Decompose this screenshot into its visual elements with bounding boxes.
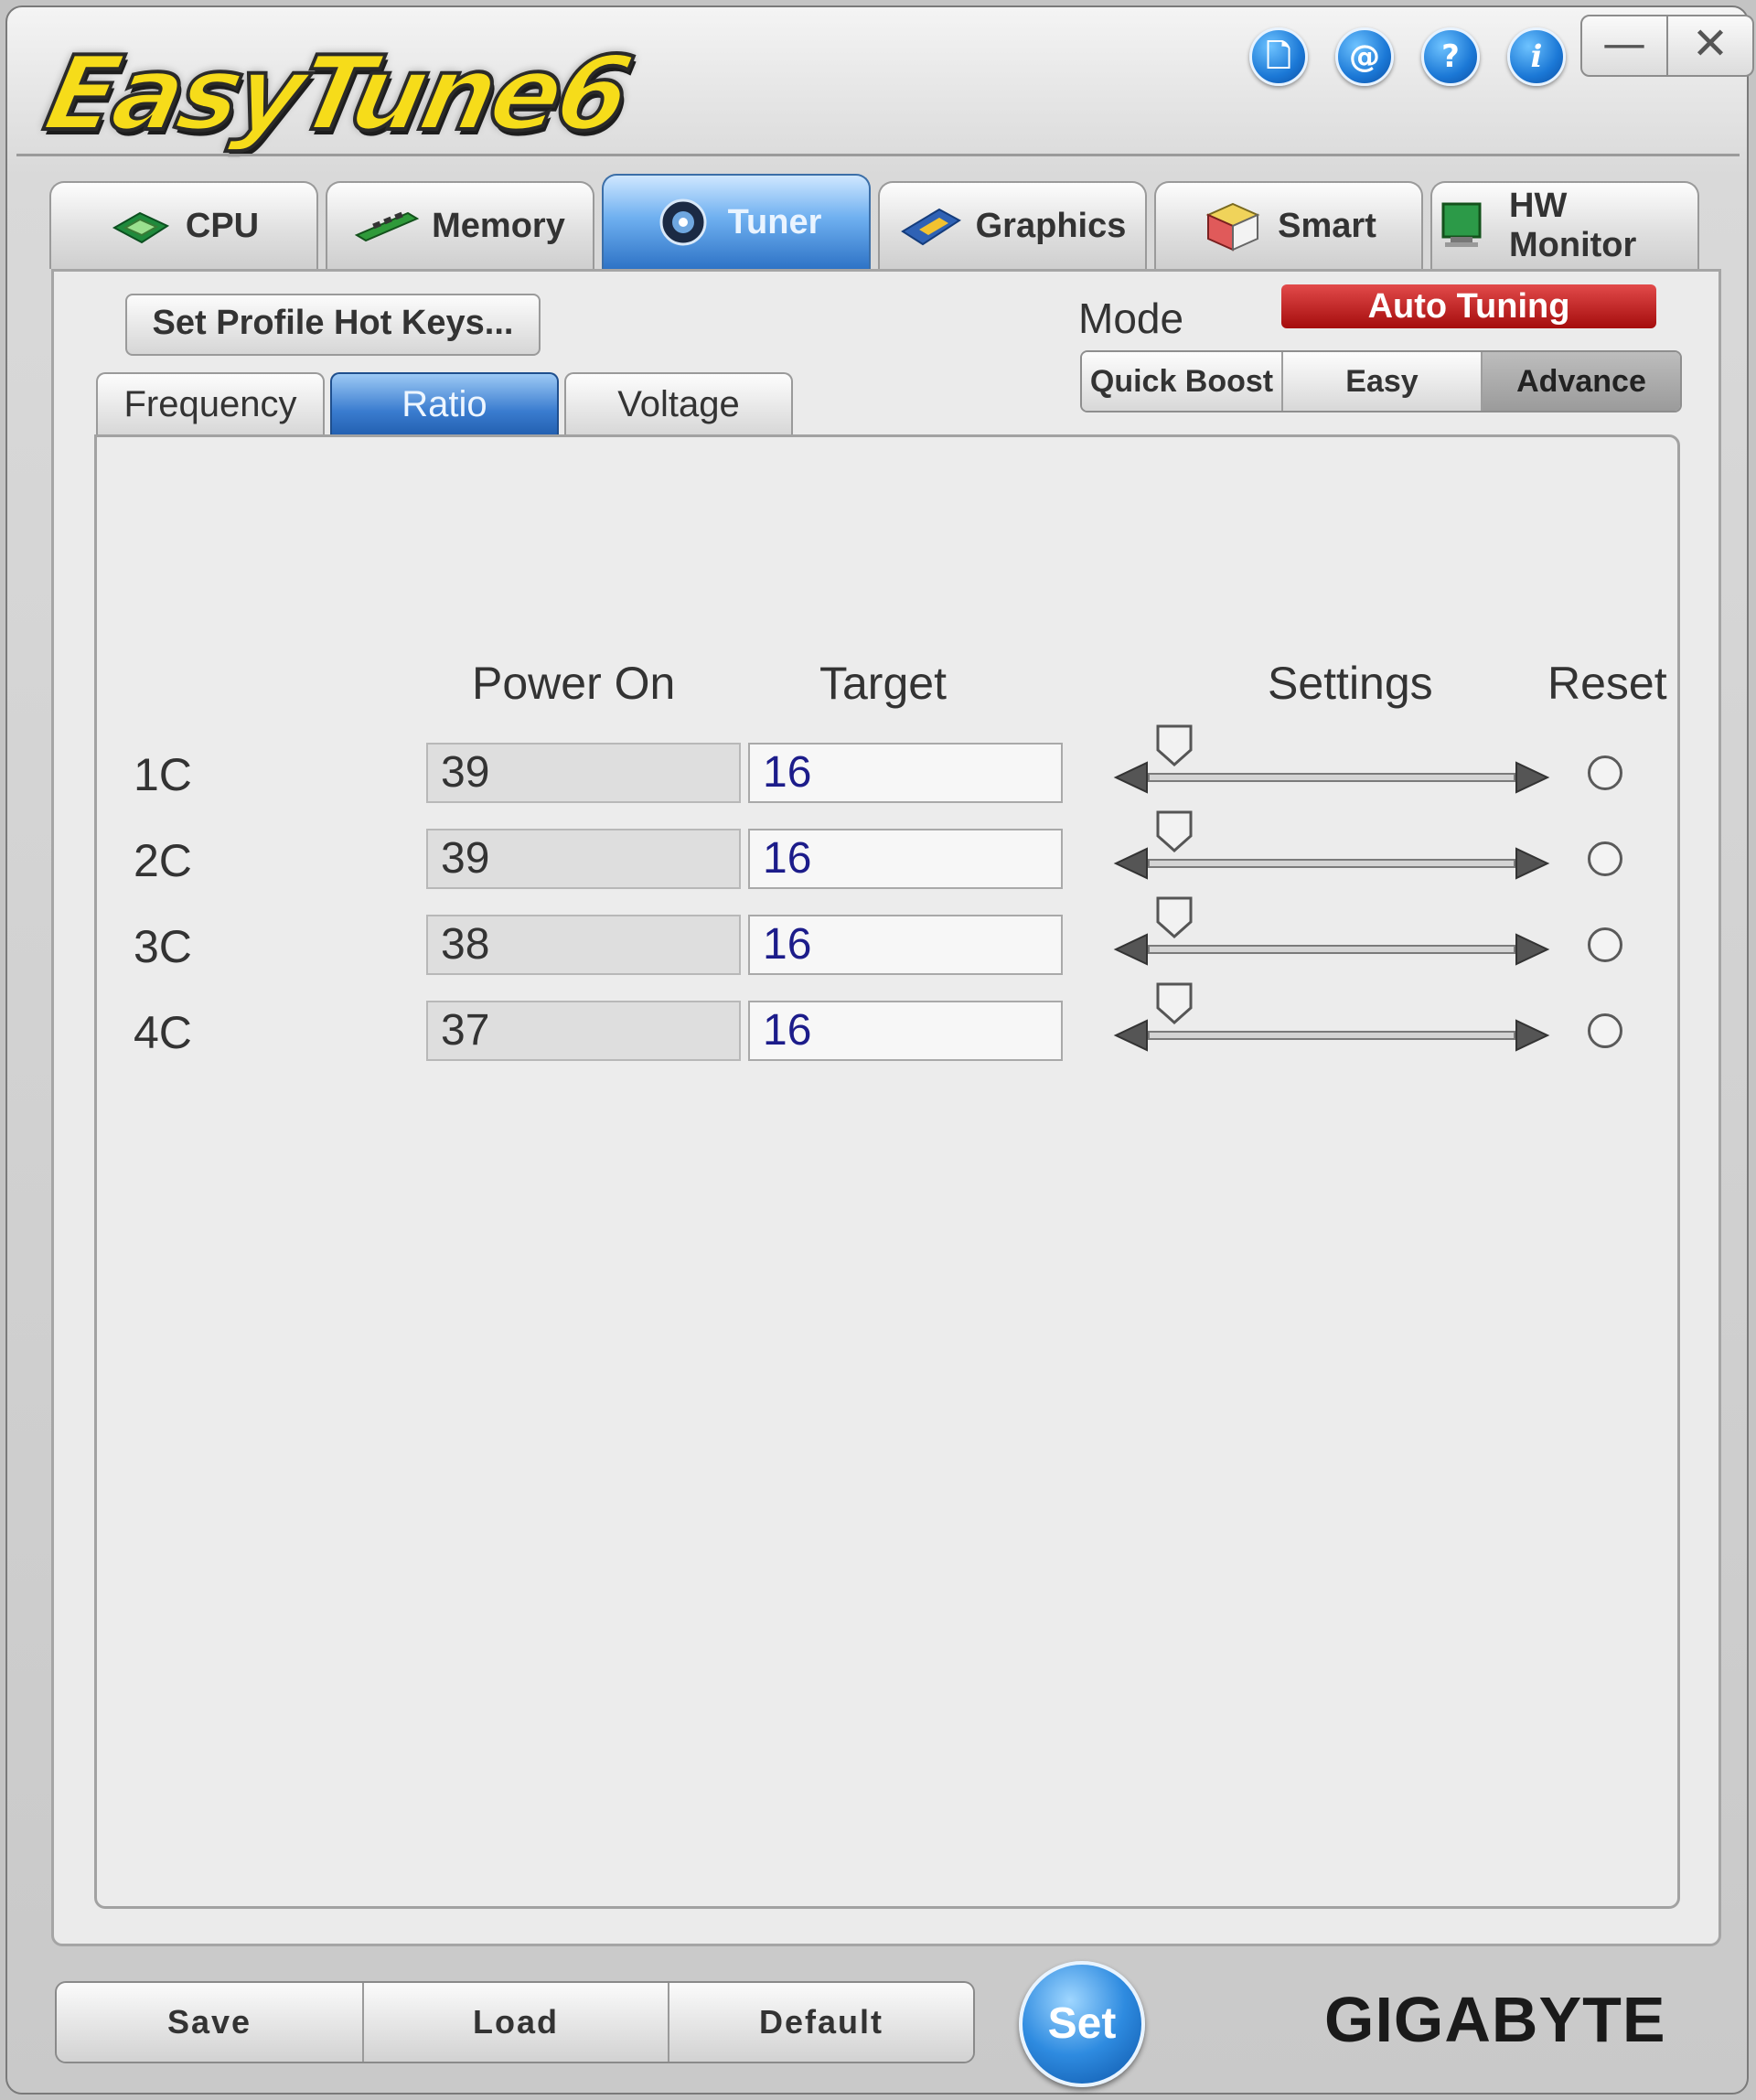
document-icon[interactable]: 🗋 xyxy=(1249,27,1308,86)
set-profile-hotkeys-button[interactable]: Set Profile Hot Keys... xyxy=(125,294,541,356)
main-tab-bar: CPU Memory Tuner Graphics Smart HW Monit… xyxy=(49,174,1699,269)
monitor-icon xyxy=(1441,202,1482,247)
slider-right-arrow-icon[interactable] xyxy=(1515,933,1550,966)
auto-tuning-button[interactable]: Auto Tuning xyxy=(1281,284,1656,328)
minimize-button[interactable]: — xyxy=(1580,15,1668,77)
tab-hw-monitor[interactable]: HW Monitor xyxy=(1430,181,1699,269)
tuner-panel: Set Profile Hot Keys... Mode Auto Tuning… xyxy=(51,269,1721,1946)
info-icon[interactable]: i xyxy=(1507,27,1566,86)
memory-module-icon xyxy=(355,211,420,242)
mode-advance-button[interactable]: Advance xyxy=(1481,352,1680,411)
tab-voltage[interactable]: Voltage xyxy=(564,372,793,436)
slider-thumb[interactable] xyxy=(1156,896,1193,939)
core-1-power-on-field: 39 xyxy=(426,743,741,803)
mode-selector: Quick Boost Easy Advance xyxy=(1080,350,1682,412)
tab-memory[interactable]: Memory xyxy=(326,181,594,269)
core-4-reset-radio[interactable] xyxy=(1588,1013,1622,1048)
default-button[interactable]: Default xyxy=(668,1983,973,2062)
slider-left-arrow-icon[interactable] xyxy=(1113,1019,1148,1052)
load-button[interactable]: Load xyxy=(362,1983,668,2062)
close-button[interactable]: ✕ xyxy=(1668,15,1754,77)
title-divider xyxy=(16,154,1740,156)
tab-label: Memory xyxy=(432,206,565,245)
core-2-target-input[interactable]: 16 xyxy=(748,829,1063,889)
tab-label: Smart xyxy=(1278,206,1376,245)
core-1-slider[interactable] xyxy=(1112,723,1551,805)
slider-track xyxy=(1148,859,1515,868)
slider-left-arrow-icon[interactable] xyxy=(1113,847,1148,880)
core-1-reset-radio[interactable] xyxy=(1588,755,1622,790)
ratio-settings-area: Power On Target Settings Reset 1C 39 16 … xyxy=(94,434,1680,1909)
tab-label: Tuner xyxy=(727,202,822,241)
help-icon[interactable]: ? xyxy=(1421,27,1480,86)
target-header: Target xyxy=(819,658,947,709)
tab-label: HW Monitor xyxy=(1509,187,1637,264)
header-icon-bar: 🗋 @ ? i xyxy=(1249,27,1566,86)
core-3-label: 3C xyxy=(134,921,192,972)
tab-tuner[interactable]: Tuner xyxy=(602,174,871,269)
slider-left-arrow-icon[interactable] xyxy=(1113,933,1148,966)
at-sign-icon[interactable]: @ xyxy=(1335,27,1394,86)
core-1-label: 1C xyxy=(134,749,192,800)
core-3-slider[interactable] xyxy=(1112,895,1551,977)
window-controls: — ✕ xyxy=(1580,15,1754,77)
tab-ratio[interactable]: Ratio xyxy=(330,372,559,442)
slider-track xyxy=(1148,945,1515,954)
core-2-reset-radio[interactable] xyxy=(1588,841,1622,876)
core-2-power-on-field: 39 xyxy=(426,829,741,889)
power-on-header: Power On xyxy=(472,658,676,709)
slider-thumb[interactable] xyxy=(1156,982,1193,1025)
slider-right-arrow-icon[interactable] xyxy=(1515,761,1550,794)
core-2-label: 2C xyxy=(134,835,192,886)
settings-header: Settings xyxy=(1268,658,1433,709)
core-2-slider[interactable] xyxy=(1112,809,1551,891)
slider-thumb[interactable] xyxy=(1156,810,1193,853)
core-4-slider[interactable] xyxy=(1112,980,1551,1063)
tab-frequency[interactable]: Frequency xyxy=(96,372,325,436)
app-logo: EasyTune6 xyxy=(34,33,640,155)
save-button[interactable]: Save xyxy=(57,1983,362,2062)
mode-easy-button[interactable]: Easy xyxy=(1281,352,1481,411)
slider-thumb[interactable] xyxy=(1156,724,1193,767)
core-4-target-input[interactable]: 16 xyxy=(748,1001,1063,1061)
graphics-card-icon xyxy=(900,208,961,246)
core-1-target-input[interactable]: 16 xyxy=(748,743,1063,803)
tab-smart[interactable]: Smart xyxy=(1154,181,1423,269)
slider-left-arrow-icon[interactable] xyxy=(1113,761,1148,794)
core-4-label: 4C xyxy=(134,1007,192,1058)
core-4-power-on-field: 37 xyxy=(426,1001,741,1061)
profile-button-group: Save Load Default xyxy=(55,1981,975,2063)
tab-label: CPU xyxy=(185,206,260,245)
tab-graphics[interactable]: Graphics xyxy=(878,181,1147,269)
set-button[interactable]: Set xyxy=(1019,1961,1145,2087)
core-3-power-on-field: 38 xyxy=(426,915,741,975)
slider-right-arrow-icon[interactable] xyxy=(1515,847,1550,880)
mode-label: Mode xyxy=(1078,295,1184,342)
slider-right-arrow-icon[interactable] xyxy=(1515,1019,1550,1052)
tab-cpu[interactable]: CPU xyxy=(49,181,318,269)
easytune-window: EasyTune6 🗋 @ ? i — ✕ CPU Memory Tuner G… xyxy=(5,5,1754,2095)
tab-label: Graphics xyxy=(975,206,1127,245)
slider-track xyxy=(1148,773,1515,782)
tuner-icon xyxy=(659,198,707,246)
core-3-target-input[interactable]: 16 xyxy=(748,915,1063,975)
slider-track xyxy=(1148,1031,1515,1040)
sub-tab-bar: Frequency Ratio Voltage xyxy=(96,372,793,442)
cpu-chip-icon xyxy=(112,211,169,244)
core-3-reset-radio[interactable] xyxy=(1588,927,1622,962)
mode-quick-boost-button[interactable]: Quick Boost xyxy=(1082,352,1281,411)
gigabyte-logo: GIGABYTE xyxy=(1324,1984,1666,2055)
cube-icon xyxy=(1205,202,1260,252)
reset-header: Reset xyxy=(1547,658,1667,709)
